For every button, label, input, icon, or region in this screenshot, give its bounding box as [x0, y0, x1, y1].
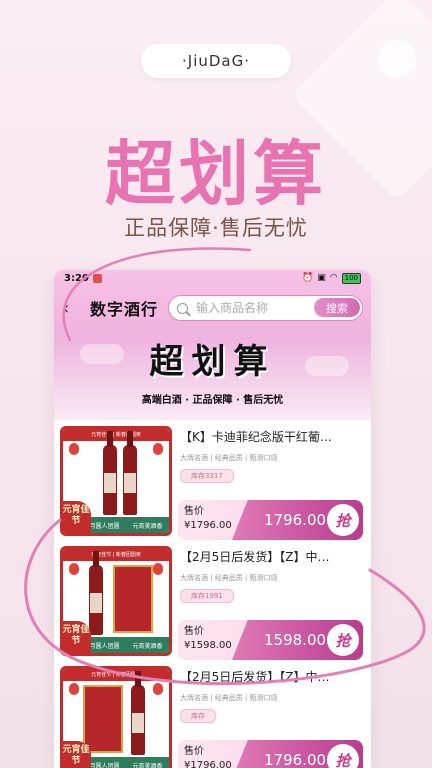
search-input[interactable]	[196, 301, 287, 315]
product-thumbnail[interactable]: 元宵佳节 | 新春团圆夜 月圆人团圆 元宵美酒香 元宵佳节	[60, 546, 172, 656]
grab-button[interactable]: 抢	[327, 504, 359, 536]
price-label: 售价	[184, 626, 204, 637]
banner-subtitle: 高端白酒 · 正品保障 · 售后无忧	[141, 395, 284, 406]
stock-badge: 库存3317	[180, 469, 234, 483]
thumb-corner-badge: 元宵佳节	[63, 501, 91, 533]
product-info: 【2月5日后发货】【Z】中… 大牌名酒 | 经典品质 | 甄滑口感 库存1991…	[172, 540, 365, 660]
wine-bottle-image	[131, 671, 145, 755]
alarm-off-icon: ⏰	[302, 273, 314, 283]
brand-pill: ·JiuDaG·	[141, 44, 291, 78]
price-value: ¥1796.00	[184, 520, 232, 531]
thumb-footer-left: 月圆人团圆	[89, 522, 120, 530]
product-thumbnail[interactable]: 元宵佳节 | 新春团圆夜 月圆人团圆 元宵美酒香 元宵佳节	[60, 666, 172, 768]
product-info: 【K】卡迪菲纪念版干红葡… 大牌名酒 | 经典品质 | 甄滑口感 库存3317 …	[172, 420, 365, 540]
lantern-icon	[69, 443, 79, 455]
wine-bottle-image	[123, 431, 137, 515]
price-big: 1796.00	[264, 751, 327, 768]
price-value: ¥1598.00	[184, 640, 232, 651]
thumb-footer-right: 元宵美酒香	[132, 762, 163, 768]
price-value: ¥1796.00	[184, 760, 232, 768]
product-title[interactable]: 【K】卡迪菲纪念版干红葡…	[180, 428, 365, 445]
grab-button[interactable]: 抢	[327, 744, 359, 768]
thumb-footer-right: 元宵美酒香	[132, 642, 163, 650]
price-small: 售价 ¥1796.00	[184, 745, 232, 768]
sim-icon: ▣	[317, 273, 326, 283]
cloud-decoration	[305, 356, 349, 376]
product-tags: 大牌名酒 | 经典品质 | 甄滑口感	[180, 694, 278, 702]
notification-icon	[92, 273, 102, 283]
search-button[interactable]: 搜索	[314, 298, 360, 317]
hero-subtitle: 正品保障·售后无忧	[124, 216, 308, 240]
thumb-corner-badge: 元宵佳节	[63, 621, 91, 653]
price-small: 售价 ¥1598.00	[184, 625, 232, 653]
grab-button[interactable]: 抢	[327, 624, 359, 656]
hero-title: 超划算	[105, 133, 327, 215]
thumb-banner: 元宵佳节 | 新春团圆夜	[63, 669, 169, 681]
lantern-icon	[153, 563, 163, 575]
price-big: 1598.00	[264, 631, 327, 649]
thumb-corner-badge: 元宵佳节	[63, 741, 91, 768]
product-title[interactable]: 【2月5日后发货】【Z】中…	[180, 668, 365, 685]
product-thumbnail[interactable]: 元宵佳节 | 新春团圆夜 月圆人团圆 元宵美酒香 元宵佳节	[60, 426, 172, 536]
product-card[interactable]: 元宵佳节 | 新春团圆夜 月圆人团圆 元宵美酒香 元宵佳节 【2月5日后发货】【…	[60, 540, 365, 660]
product-card[interactable]: 元宵佳节 | 新春团圆夜 月圆人团圆 元宵美酒香 元宵佳节 【2月5日后发货】【…	[60, 660, 365, 768]
wine-box-image	[83, 685, 123, 753]
price-bar: 售价 ¥1796.00 1796.00 抢	[178, 740, 363, 768]
thumb-banner: 元宵佳节 | 新春团圆夜	[63, 549, 169, 561]
stock-badge: 库存1991	[180, 589, 234, 603]
thumb-banner: 元宵佳节 | 新春团圆夜	[63, 429, 169, 441]
thumb-footer-left: 月圆人团圆	[89, 642, 120, 650]
thumb-footer-right: 元宵美酒香	[132, 522, 163, 530]
store-header: 3:20 ⏰ ▣ ◠ 100 ‹ 数字酒行 搜索 超划算 高端白酒 · 正品保障…	[54, 270, 371, 420]
battery-icon: 100	[341, 272, 361, 284]
wifi-icon: ◠	[329, 273, 338, 283]
product-tags: 大牌名酒 | 经典品质 | 甄滑口感	[180, 454, 278, 462]
decorative-circle	[378, 40, 416, 78]
status-bar: 3:20 ⏰ ▣ ◠ 100	[54, 270, 371, 286]
search-bar: 搜索	[168, 295, 363, 321]
status-time: 3:20	[64, 272, 89, 284]
product-list: 元宵佳节 | 新春团圆夜 月圆人团圆 元宵美酒香 元宵佳节 【K】卡迪菲纪念版干…	[54, 420, 371, 768]
price-bar: 售价 ¥1598.00 1598.00 抢	[178, 620, 363, 660]
lantern-icon	[153, 683, 163, 695]
back-arrow-icon[interactable]: ‹	[62, 298, 82, 319]
price-label: 售价	[184, 506, 204, 517]
product-title[interactable]: 【2月5日后发货】【Z】中…	[180, 548, 365, 565]
price-bar: 售价 ¥1796.00 1796.00 抢	[178, 500, 363, 540]
product-tags: 大牌名酒 | 经典品质 | 甄滑口感	[180, 574, 278, 582]
wine-bottle-image	[89, 551, 103, 635]
price-small: 售价 ¥1796.00	[184, 505, 232, 533]
product-info: 【2月5日后发货】【Z】中… 大牌名酒 | 经典品质 | 甄滑口感 库存 售价 …	[172, 660, 365, 768]
phone-screen: 3:20 ⏰ ▣ ◠ 100 ‹ 数字酒行 搜索 超划算 高端白酒 · 正品保障…	[54, 270, 371, 768]
store-name: 数字酒行	[90, 300, 159, 319]
wine-box-image	[113, 565, 153, 633]
lantern-icon	[69, 563, 79, 575]
search-icon	[177, 302, 189, 314]
lantern-icon	[69, 683, 79, 695]
status-icons: ⏰ ▣ ◠ 100	[302, 272, 361, 284]
nav-row: ‹ 数字酒行 搜索	[54, 286, 371, 322]
lantern-icon	[153, 443, 163, 455]
thumb-footer-left: 月圆人团圆	[89, 762, 120, 768]
wine-bottle-image	[103, 431, 117, 515]
cloud-decoration	[80, 344, 124, 364]
price-label: 售价	[184, 746, 204, 757]
stock-badge: 库存	[180, 709, 216, 723]
product-card[interactable]: 元宵佳节 | 新春团圆夜 月圆人团圆 元宵美酒香 元宵佳节 【K】卡迪菲纪念版干…	[60, 420, 365, 540]
price-big: 1796.00	[264, 511, 327, 529]
